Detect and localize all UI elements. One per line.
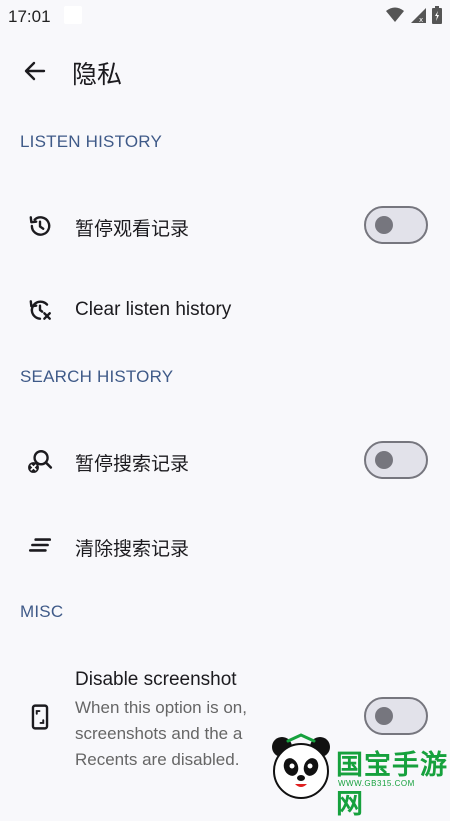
pause-listen-history-row[interactable]: 暂停观看记录 [0,185,450,269]
clear-search-history-label: 清除搜索记录 [75,539,190,560]
disable-screenshot-switch[interactable] [364,697,428,735]
phone-icon [26,703,54,731]
status-time: 17:01 [8,7,51,26]
status-icons: x [386,6,442,24]
disable-screenshot-label: Disable screenshot [75,669,237,690]
pause-listen-history-switch[interactable] [364,206,428,244]
page-title: 隐私 [72,61,123,89]
watermark-url: WWW.GB315.COM [338,779,415,788]
back-button[interactable] [18,54,52,88]
section-header-search-history: SEARCH HISTORY [20,367,174,386]
app-bar: 隐私 [0,40,450,100]
pause-search-history-row[interactable]: 暂停搜索记录 [0,420,450,504]
section-header-misc: MISC [20,602,64,621]
switch-knob [375,707,393,725]
watermark: 国宝手游网 WWW.GB315.COM [268,733,450,819]
pause-search-history-switch[interactable] [364,441,428,479]
switch-knob [375,216,393,234]
clear-all-icon [26,531,54,559]
history-icon [26,212,54,240]
section-header-listen-history: LISTEN HISTORY [20,132,162,151]
clear-history-icon [26,296,54,324]
pause-listen-history-label: 暂停观看记录 [75,219,190,240]
clear-listen-history-label: Clear listen history [75,299,232,320]
battery-icon [432,6,442,24]
switch-knob [375,451,393,469]
arrow-left-icon [24,61,46,81]
pause-search-history-label: 暂停搜索记录 [75,454,190,475]
svg-text:x: x [419,16,423,23]
disable-screenshot-description: When this option is on, screenshots and … [75,698,247,769]
signal-icon: x [411,8,426,23]
wifi-icon [386,7,404,22]
clear-listen-history-row[interactable]: Clear listen history [0,270,450,350]
status-bar: 17:01 x [0,0,450,34]
clear-search-history-row[interactable]: 清除搜索记录 [0,505,450,585]
search-off-icon [26,447,54,475]
panda-logo [272,733,330,799]
notification-icon [64,6,82,24]
